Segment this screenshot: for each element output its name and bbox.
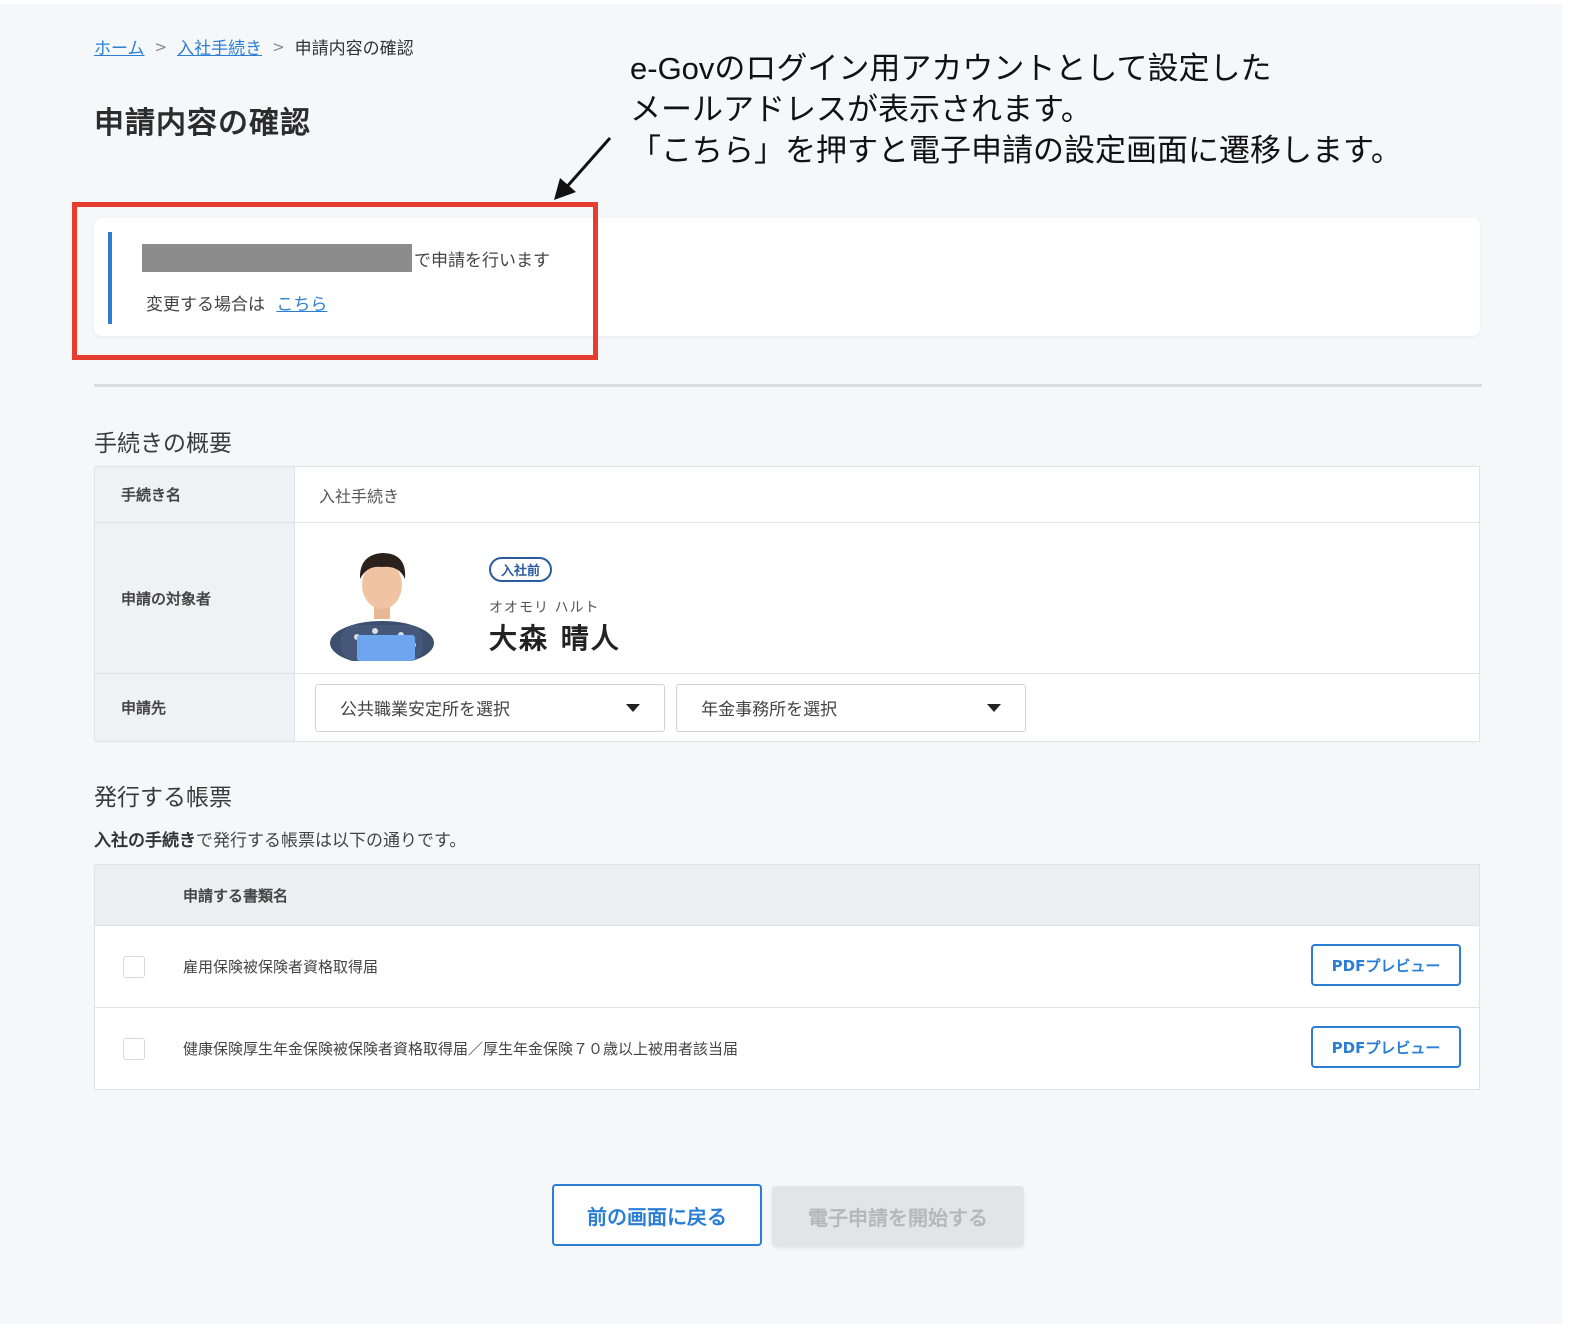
table-row: 申請先 公共職業安定所を選択 年金事務所を選択: [94, 673, 1480, 742]
start-e-application-button[interactable]: 電子申請を開始する: [772, 1186, 1024, 1246]
person-kana: オオモリ ハルト: [489, 600, 600, 616]
caret-down-icon: [987, 703, 1002, 712]
breadcrumb-onboarding[interactable]: 入社手続き: [177, 34, 262, 59]
pension-office-select[interactable]: 年金事務所を選択: [676, 683, 1027, 732]
procedure-value: 入社手続き: [294, 466, 1480, 523]
status-badge: 入社前: [489, 557, 553, 582]
table-row: 健康保険厚生年金保険被保険者資格取得届／厚生年金保険７０歳以上被用者該当届 PD…: [95, 1008, 1479, 1089]
form-name: 雇用保険被保険者資格取得届: [183, 958, 379, 976]
section-divider: [94, 384, 1482, 387]
form-name: 健康保険厚生年金保険被保険者資格取得届／厚生年金保険７０歳以上被用者該当届: [183, 1040, 739, 1058]
target-label: 申請の対象者: [94, 522, 295, 674]
annotation-text: e-Govのログイン用アカウントとして設定した メールアドレスが表示されます。 …: [630, 48, 1402, 171]
documents-note-bold: 入社の手続き: [94, 831, 196, 851]
breadcrumb-home[interactable]: ホーム: [94, 34, 145, 59]
avatar: [330, 553, 434, 661]
pdf-preview-button[interactable]: PDFプレビュー: [1311, 1026, 1461, 1068]
overview-heading: 手続きの概要: [94, 431, 232, 457]
caret-down-icon: [626, 703, 640, 712]
annotation-highlight-box: [72, 202, 598, 360]
pension-office-select-value: 年金事務所を選択: [701, 700, 838, 720]
column-header-form-name: 申請する書類名: [183, 887, 289, 905]
employment-office-select[interactable]: 公共職業安定所を選択: [315, 683, 665, 732]
documents-note-rest: で発行する帳票は以下の通りです。: [196, 831, 467, 851]
breadcrumb: ホーム > 入社手続き > 申請内容の確認: [94, 34, 414, 60]
table-row: 手続き名 入社手続き: [94, 466, 1480, 523]
chevron-right-icon: >: [154, 37, 168, 56]
annotation-line: e-Govのログイン用アカウントとして設定した: [630, 51, 1272, 86]
documents-heading: 発行する帳票: [94, 785, 232, 811]
breadcrumb-current: 申請内容の確認: [294, 39, 414, 59]
chevron-right-icon: >: [272, 37, 285, 56]
target-cell: 入社前 オオモリ ハルト 大森 晴人: [294, 522, 1480, 674]
form-checkbox[interactable]: [123, 956, 145, 978]
procedure-label: 手続き名: [94, 466, 295, 523]
annotation-line: メールアドレスが表示されます。: [630, 92, 1092, 127]
overview-table: 手続き名 入社手続き 申請の対象者 入社前 オオモリ ハルト 大森 晴人 申請先…: [94, 466, 1480, 742]
form-checkbox[interactable]: [123, 1038, 145, 1060]
pdf-preview-button[interactable]: PDFプレビュー: [1311, 944, 1461, 986]
documents-table-header: 申請する書類名: [95, 865, 1479, 926]
target-person: 入社前 オオモリ ハルト 大森 晴人: [295, 523, 1479, 673]
back-button[interactable]: 前の画面に戻る: [552, 1184, 762, 1246]
page: ホーム > 入社手続き > 申請内容の確認 申請内容の確認 e-Govのログイン…: [0, 4, 1562, 1324]
table-row: 申請の対象者 入社前 オオモリ ハルト 大森 晴人: [94, 522, 1480, 674]
destination-cell: 公共職業安定所を選択 年金事務所を選択: [295, 674, 1480, 742]
table-row: 雇用保険被保険者資格取得届 PDFプレビュー: [95, 926, 1479, 1008]
documents-table: 申請する書類名 雇用保険被保険者資格取得届 PDFプレビュー 健康保険厚生年金保…: [94, 864, 1480, 1090]
destination-label: 申請先: [94, 673, 295, 742]
page-title: 申請内容の確認: [94, 106, 311, 141]
annotation-arrow-icon: [554, 137, 612, 200]
employment-office-select-value: 公共職業安定所を選択: [340, 700, 510, 720]
person-name: 大森 晴人: [489, 622, 621, 655]
documents-note: 入社の手続きで発行する帳票は以下の通りです。: [94, 826, 466, 851]
annotation-line: 「こちら」を押すと電子申請の設定画面に遷移します。: [630, 133, 1402, 168]
